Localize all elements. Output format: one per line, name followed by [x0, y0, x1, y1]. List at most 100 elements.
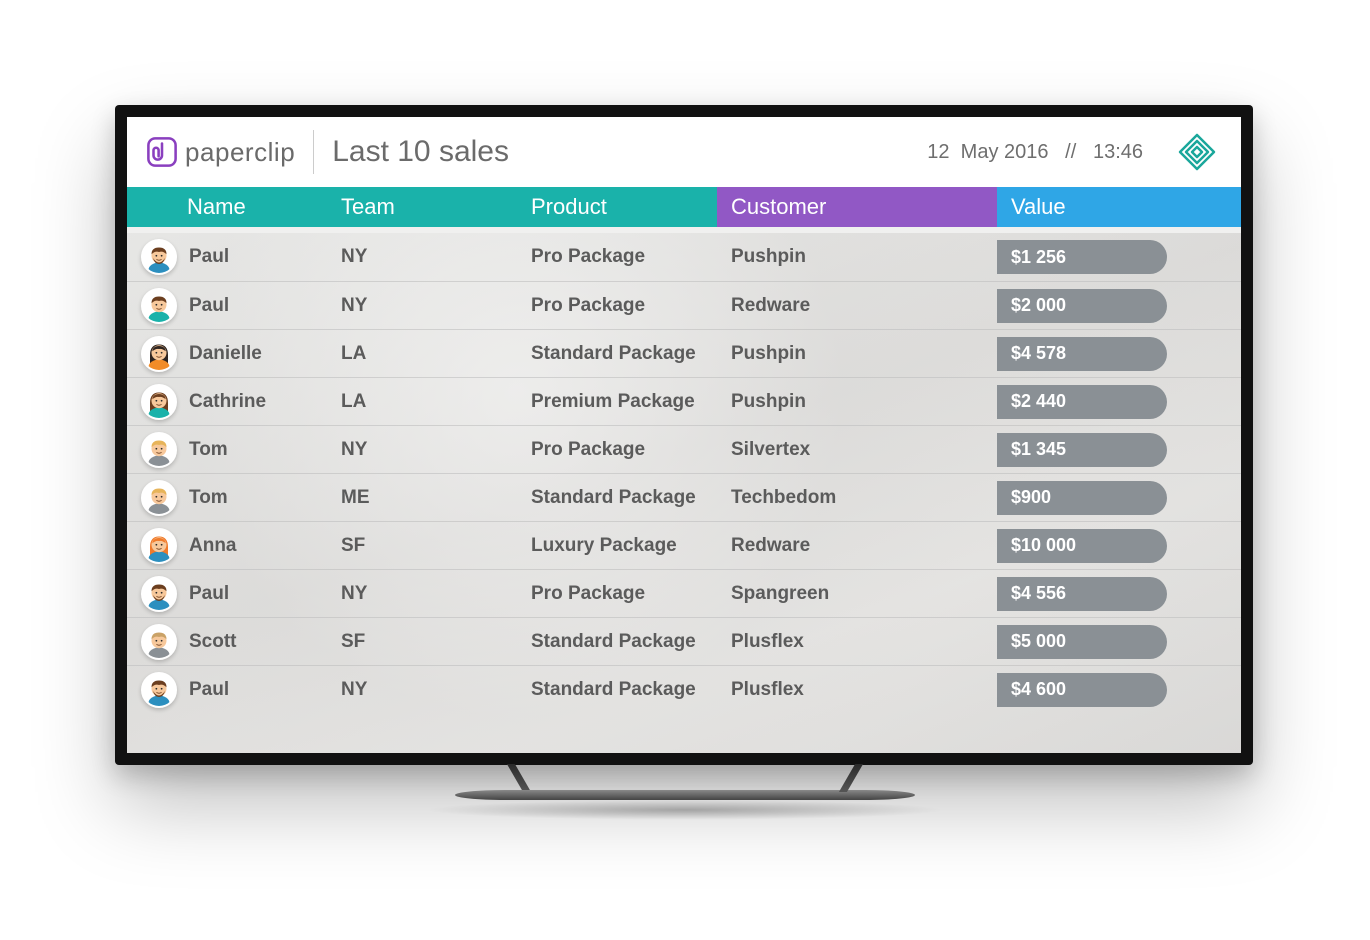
cell-team: LA — [327, 343, 517, 365]
avatar — [141, 672, 177, 708]
value-text: $900 — [1011, 487, 1051, 508]
paperclip-icon — [145, 135, 179, 169]
table-row: Paul NY Pro Package Spangreen $4 556 — [127, 569, 1241, 617]
value-text: $1 256 — [1011, 247, 1066, 268]
cell-customer: Silvertex — [717, 439, 997, 461]
avatar — [141, 624, 177, 660]
cell-value: $1 256 — [997, 240, 1241, 274]
salesperson-name: Paul — [189, 295, 229, 317]
cell-team: NY — [327, 583, 517, 605]
col-header-product: Product — [517, 187, 717, 227]
cell-product: Pro Package — [517, 439, 717, 461]
cell-customer: Spangreen — [717, 583, 997, 605]
salesperson-name: Paul — [189, 583, 229, 605]
cell-customer: Pushpin — [717, 391, 997, 413]
table-row: Danielle LA Standard Package Pushpin $4 … — [127, 329, 1241, 377]
table-row: Cathrine LA Premium Package Pushpin $2 4… — [127, 377, 1241, 425]
cell-team: ME — [327, 487, 517, 509]
cell-product: Standard Package — [517, 343, 717, 365]
salesperson-name: Anna — [189, 535, 237, 557]
value-text: $10 000 — [1011, 535, 1076, 556]
cell-team: NY — [327, 295, 517, 317]
cell-team: SF — [327, 631, 517, 653]
col-header-name: Name — [127, 187, 327, 227]
cell-customer: Techbedom — [717, 487, 997, 509]
cell-value: $4 578 — [997, 337, 1241, 371]
salesperson-name: Paul — [189, 679, 229, 701]
cell-value: $5 000 — [997, 625, 1241, 659]
table-row: Tom NY Pro Package Silvertex $1 345 — [127, 425, 1241, 473]
cell-name: Tom — [127, 432, 327, 468]
tv-shadow — [425, 800, 945, 820]
cell-customer: Plusflex — [717, 679, 997, 701]
value-pill: $900 — [997, 481, 1167, 515]
cell-value: $4 600 — [997, 673, 1241, 707]
value-text: $1 345 — [1011, 439, 1066, 460]
salesperson-name: Scott — [189, 631, 237, 653]
cell-product: Standard Package — [517, 679, 717, 701]
avatar — [141, 288, 177, 324]
cell-name: Tom — [127, 480, 327, 516]
avatar — [141, 528, 177, 564]
tv-stand — [455, 764, 915, 800]
cell-name: Cathrine — [127, 384, 327, 420]
cell-customer: Redware — [717, 535, 997, 557]
value-pill: $2 440 — [997, 385, 1167, 419]
cell-name: Danielle — [127, 336, 327, 372]
cell-value: $900 — [997, 481, 1241, 515]
avatar — [141, 576, 177, 612]
brand-logo: paperclip — [145, 135, 295, 169]
table-row: Paul NY Pro Package Redware $2 000 — [127, 281, 1241, 329]
cell-name: Anna — [127, 528, 327, 564]
value-text: $4 556 — [1011, 583, 1066, 604]
table-row: Anna SF Luxury Package Redware $10 000 — [127, 521, 1241, 569]
table-row: Paul NY Pro Package Pushpin $1 256 — [127, 233, 1241, 281]
page-title: Last 10 sales — [332, 135, 509, 169]
table-row: Paul NY Standard Package Plusflex $4 600 — [127, 665, 1241, 713]
cell-product: Premium Package — [517, 391, 717, 413]
cell-team: LA — [327, 391, 517, 413]
avatar — [141, 384, 177, 420]
app-header: paperclip Last 10 sales 12 May 2016 // 1… — [127, 117, 1241, 187]
value-pill: $1 345 — [997, 433, 1167, 467]
table-header: Name Team Product Customer Value — [127, 187, 1241, 227]
avatar — [141, 480, 177, 516]
table-row: Scott SF Standard Package Plusflex $5 00… — [127, 617, 1241, 665]
value-pill: $5 000 — [997, 625, 1167, 659]
cell-value: $1 345 — [997, 433, 1241, 467]
cell-team: SF — [327, 535, 517, 557]
cell-value: $4 556 — [997, 577, 1241, 611]
cell-product: Luxury Package — [517, 535, 717, 557]
cell-value: $2 440 — [997, 385, 1241, 419]
cell-team: NY — [327, 439, 517, 461]
cell-customer: Pushpin — [717, 343, 997, 365]
value-text: $5 000 — [1011, 631, 1066, 652]
value-pill: $4 578 — [997, 337, 1167, 371]
cell-name: Paul — [127, 288, 327, 324]
cell-name: Paul — [127, 672, 327, 708]
cell-name: Scott — [127, 624, 327, 660]
cell-product: Pro Package — [517, 583, 717, 605]
col-header-value: Value — [997, 187, 1241, 227]
cell-team: NY — [327, 246, 517, 268]
cell-product: Standard Package — [517, 487, 717, 509]
cell-customer: Plusflex — [717, 631, 997, 653]
tv-frame: paperclip Last 10 sales 12 May 2016 // 1… — [115, 105, 1253, 765]
avatar — [141, 336, 177, 372]
value-text: $4 600 — [1011, 679, 1066, 700]
salesperson-name: Tom — [189, 487, 228, 509]
value-pill: $2 000 — [997, 289, 1167, 323]
value-text: $2 440 — [1011, 391, 1066, 412]
cell-value: $10 000 — [997, 529, 1241, 563]
value-pill: $4 556 — [997, 577, 1167, 611]
provider-logo-icon — [1177, 132, 1217, 172]
cell-value: $2 000 — [997, 289, 1241, 323]
value-text: $2 000 — [1011, 295, 1066, 316]
value-text: $4 578 — [1011, 343, 1066, 364]
value-pill: $4 600 — [997, 673, 1167, 707]
value-pill: $10 000 — [997, 529, 1167, 563]
salesperson-name: Danielle — [189, 343, 262, 365]
salesperson-name: Paul — [189, 246, 229, 268]
value-pill: $1 256 — [997, 240, 1167, 274]
cell-name: Paul — [127, 576, 327, 612]
